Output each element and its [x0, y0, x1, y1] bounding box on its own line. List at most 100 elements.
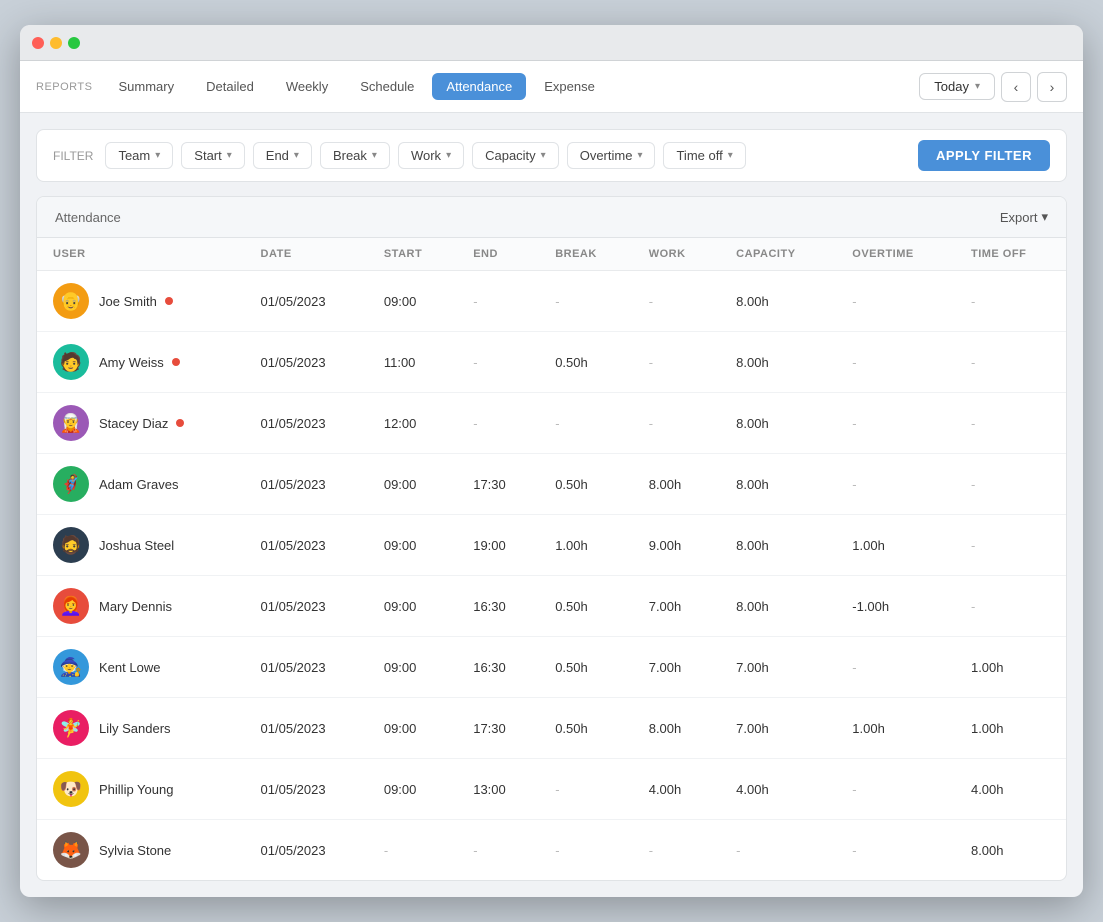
cell-capacity: 8.00h [720, 515, 836, 576]
cell-break: 0.50h [539, 698, 633, 759]
user-name: Phillip Young [99, 782, 173, 797]
cell-start: 09:00 [368, 454, 457, 515]
cell-capacity: 8.00h [720, 454, 836, 515]
tab-schedule[interactable]: Schedule [346, 73, 428, 100]
avatar: 🧙 [53, 649, 89, 685]
capacity-filter[interactable]: Capacity ▾ [472, 142, 559, 169]
chevron-down-icon: ▾ [728, 150, 733, 161]
cell-capacity: 8.00h [720, 271, 836, 332]
cell-work: 8.00h [633, 698, 720, 759]
cell-start: 11:00 [368, 332, 457, 393]
traffic-lights [32, 37, 80, 49]
cell-end: - [457, 393, 539, 454]
next-button[interactable]: › [1037, 72, 1067, 102]
cell-time_off: 1.00h [955, 637, 1066, 698]
attendance-table: USER DATE START END BREAK WORK CAPACITY … [37, 238, 1066, 880]
user-cell: 🧔 Joshua Steel [37, 515, 245, 576]
table-row: 🦊 Sylvia Stone 01/05/2023------8.00h [37, 820, 1066, 881]
table-column-headers: USER DATE START END BREAK WORK CAPACITY … [37, 238, 1066, 271]
chevron-down-icon: ▾ [155, 150, 160, 161]
cell-time_off: - [955, 271, 1066, 332]
cell-time_off: - [955, 454, 1066, 515]
maximize-button[interactable] [68, 37, 80, 49]
reports-label: REPORTS [36, 81, 92, 93]
cell-capacity: 7.00h [720, 698, 836, 759]
minimize-button[interactable] [50, 37, 62, 49]
time-off-filter[interactable]: Time off ▾ [663, 142, 745, 169]
table-row: 🦸 Adam Graves 01/05/202309:0017:300.50h8… [37, 454, 1066, 515]
break-filter[interactable]: Break ▾ [320, 142, 390, 169]
cell-date: 01/05/2023 [245, 698, 368, 759]
cell-time_off: - [955, 515, 1066, 576]
table-row: 🧔 Joshua Steel 01/05/202309:0019:001.00h… [37, 515, 1066, 576]
cell-time_off: 8.00h [955, 820, 1066, 881]
cell-capacity: 4.00h [720, 759, 836, 820]
avatar: 🧑 [53, 344, 89, 380]
cell-time_off: 4.00h [955, 759, 1066, 820]
cell-end: - [457, 271, 539, 332]
user-name: Adam Graves [99, 477, 178, 492]
attendance-table-container: Attendance Export ▾ USER DATE START END … [36, 196, 1067, 881]
apply-filter-button[interactable]: APPLY FILTER [918, 140, 1050, 171]
tab-expense[interactable]: Expense [530, 73, 609, 100]
avatar: 👴 [53, 283, 89, 319]
app-window: REPORTS Summary Detailed Weekly Schedule… [20, 25, 1083, 897]
table-section-title: Attendance [55, 210, 121, 225]
col-overtime: OVERTIME [836, 238, 955, 271]
team-filter[interactable]: Team ▾ [105, 142, 173, 169]
cell-time_off: - [955, 332, 1066, 393]
avatar: 🦊 [53, 832, 89, 868]
nav-bar: REPORTS Summary Detailed Weekly Schedule… [20, 61, 1083, 113]
cell-start: 09:00 [368, 271, 457, 332]
cell-overtime: - [836, 271, 955, 332]
work-filter[interactable]: Work ▾ [398, 142, 464, 169]
col-time-off: TIME OFF [955, 238, 1066, 271]
cell-capacity: 8.00h [720, 576, 836, 637]
cell-work: 7.00h [633, 637, 720, 698]
chevron-down-icon: ▾ [446, 150, 451, 161]
tab-weekly[interactable]: Weekly [272, 73, 342, 100]
cell-end: - [457, 332, 539, 393]
export-button[interactable]: Export ▾ [1000, 209, 1048, 225]
avatar: 🐶 [53, 771, 89, 807]
tab-summary[interactable]: Summary [104, 73, 188, 100]
overtime-filter[interactable]: Overtime ▾ [567, 142, 656, 169]
cell-work: - [633, 393, 720, 454]
nav-tabs: REPORTS Summary Detailed Weekly Schedule… [36, 73, 609, 100]
cell-overtime: 1.00h [836, 698, 955, 759]
cell-start: - [368, 820, 457, 881]
tab-detailed[interactable]: Detailed [192, 73, 268, 100]
cell-work: - [633, 332, 720, 393]
cell-break: 0.50h [539, 454, 633, 515]
chevron-right-icon: › [1050, 79, 1055, 95]
end-filter[interactable]: End ▾ [253, 142, 312, 169]
close-button[interactable] [32, 37, 44, 49]
nav-right: Today ▾ ‹ › [919, 72, 1067, 102]
cell-overtime: - [836, 454, 955, 515]
status-dot [165, 297, 173, 305]
tab-attendance[interactable]: Attendance [432, 73, 526, 100]
table-row: 🧚 Lily Sanders 01/05/202309:0017:300.50h… [37, 698, 1066, 759]
table-header-bar: Attendance Export ▾ [37, 197, 1066, 238]
user-cell: 🧙 Kent Lowe [37, 637, 245, 698]
cell-start: 12:00 [368, 393, 457, 454]
main-content: FILTER Team ▾ Start ▾ End ▾ Break ▾ Work… [20, 113, 1083, 897]
cell-start: 09:00 [368, 759, 457, 820]
user-cell: 👩‍🦰 Mary Dennis [37, 576, 245, 637]
cell-time_off: - [955, 393, 1066, 454]
prev-button[interactable]: ‹ [1001, 72, 1031, 102]
chevron-down-icon: ▾ [1041, 209, 1048, 225]
cell-work: 4.00h [633, 759, 720, 820]
today-button[interactable]: Today ▾ [919, 73, 995, 100]
cell-time_off: - [955, 576, 1066, 637]
user-cell: 👴 Joe Smith [37, 271, 245, 332]
table-row: 👴 Joe Smith 01/05/202309:00---8.00h-- [37, 271, 1066, 332]
cell-work: - [633, 271, 720, 332]
table-row: 👩‍🦰 Mary Dennis 01/05/202309:0016:300.50… [37, 576, 1066, 637]
cell-date: 01/05/2023 [245, 576, 368, 637]
start-filter[interactable]: Start ▾ [181, 142, 245, 169]
cell-break: 0.50h [539, 637, 633, 698]
cell-break: - [539, 393, 633, 454]
col-start: START [368, 238, 457, 271]
cell-end: 17:30 [457, 454, 539, 515]
